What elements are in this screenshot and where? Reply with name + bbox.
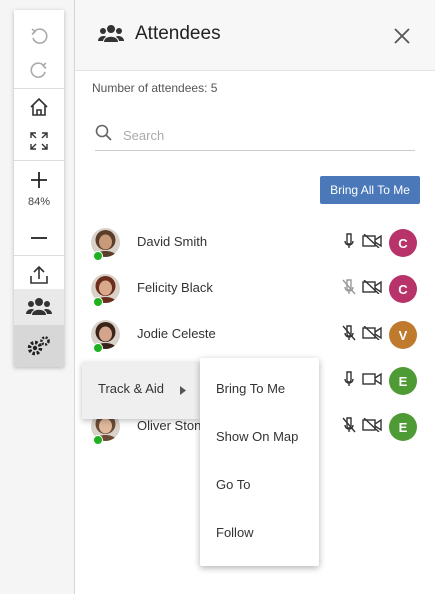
fullscreen-icon [30, 132, 48, 150]
zoom-in-button[interactable] [14, 163, 64, 197]
menu-item-track-aid[interactable]: Track & Aid [98, 381, 164, 396]
home-button[interactable] [14, 90, 64, 124]
track-aid-submenu: Bring To Me Show On Map Go To Follow [200, 358, 319, 566]
attendee-row[interactable]: Felicity Black C [75, 265, 435, 311]
online-status-indicator [93, 435, 103, 445]
camera-off-icon[interactable] [362, 326, 382, 340]
undo-icon [31, 28, 48, 44]
search-box [95, 120, 415, 151]
microphone-muted-icon[interactable] [342, 417, 356, 433]
role-badge: E [389, 413, 417, 441]
settings-button[interactable] [14, 325, 64, 367]
panel-header: Attendees [75, 0, 435, 71]
role-badge: E [389, 367, 417, 395]
panel-title: Attendees [135, 23, 221, 44]
home-icon [30, 97, 48, 116]
attendee-row[interactable]: Jodie Celeste V [75, 311, 435, 357]
undo-button[interactable] [14, 20, 64, 54]
attendee-name: Felicity Black [137, 280, 213, 295]
zoom-out-button[interactable] [14, 221, 64, 255]
online-status-indicator [93, 251, 103, 261]
camera-off-icon[interactable] [362, 418, 382, 432]
zoom-out-icon [31, 237, 47, 239]
export-icon [30, 265, 48, 284]
microphone-muted-icon[interactable] [342, 325, 356, 341]
camera-on-icon[interactable] [362, 372, 382, 386]
chevron-right-icon [180, 386, 186, 395]
menu-item-go-to[interactable]: Go To [200, 461, 319, 509]
role-badge: V [389, 321, 417, 349]
attendee-name: Jodie Celeste [137, 326, 216, 341]
search-input[interactable] [121, 124, 405, 146]
settings-icon [27, 336, 50, 356]
attendees-icon [26, 298, 52, 315]
attendee-name: David Smith [137, 234, 208, 249]
role-badge: C [389, 229, 417, 257]
close-icon[interactable] [393, 27, 411, 45]
zoom-in-icon [31, 172, 47, 188]
attendee-name: Oliver Ston [137, 418, 202, 433]
menu-item-bring-to-me[interactable]: Bring To Me [200, 365, 319, 413]
camera-off-icon[interactable] [362, 234, 382, 248]
microphone-disabled-icon[interactable] [342, 279, 356, 295]
microphone-on-icon[interactable] [342, 371, 356, 387]
map-toolbar: 84% [14, 10, 64, 367]
export-button[interactable] [14, 258, 64, 292]
menu-item-show-on-map[interactable]: Show On Map [200, 413, 319, 461]
zoom-level: 84% [27, 196, 51, 208]
camera-off-icon[interactable] [362, 280, 382, 294]
context-menu: Track & Aid [82, 362, 200, 419]
redo-button[interactable] [14, 54, 64, 88]
menu-item-follow[interactable]: Follow [200, 509, 319, 557]
fullscreen-button[interactable] [14, 124, 64, 158]
bring-all-to-me-button[interactable]: Bring All To Me [320, 176, 420, 204]
role-badge: C [389, 275, 417, 303]
online-status-indicator [93, 343, 103, 353]
online-status-indicator [93, 297, 103, 307]
redo-icon [30, 62, 47, 78]
attendee-count: Number of attendees: 5 [92, 81, 218, 95]
microphone-on-icon[interactable] [342, 233, 356, 249]
attendees-icon [98, 25, 124, 42]
search-icon [95, 124, 112, 141]
attendees-button[interactable] [14, 289, 64, 325]
attendee-row[interactable]: David Smith C [75, 219, 435, 265]
